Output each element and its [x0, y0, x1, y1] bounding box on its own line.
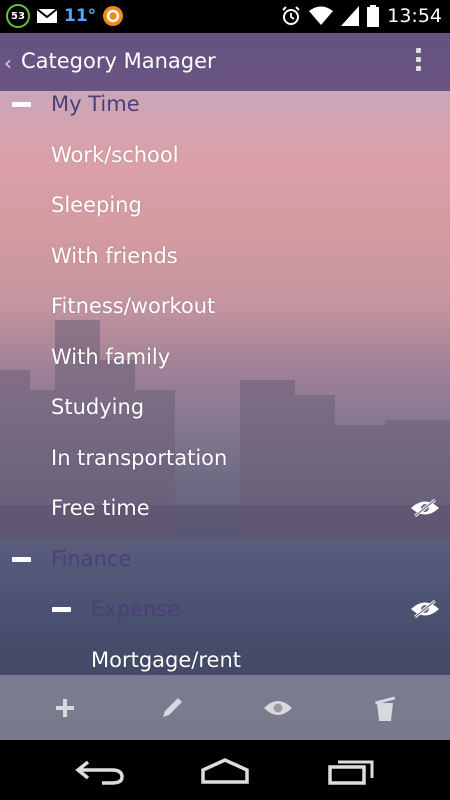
- app-orange-icon: [103, 6, 124, 26]
- category-label: In transportation: [51, 445, 228, 470]
- category-list: My Time Work/school Sleeping With friends Fi…: [0, 80, 450, 675]
- category-label: Studying: [51, 395, 145, 419]
- chevron-left-icon[interactable]: ‹: [4, 51, 12, 75]
- alarm-icon: [282, 6, 300, 25]
- category-label: With friends: [51, 243, 178, 268]
- category-label: Fitness/workout: [51, 294, 216, 318]
- recents-nav-icon[interactable]: [326, 756, 378, 786]
- category-label: Expense: [91, 597, 181, 621]
- category-item-row[interactable]: In transportation: [0, 434, 450, 484]
- collapse-minus-icon[interactable]: [12, 102, 31, 107]
- category-header-row[interactable]: Finance: [0, 535, 450, 585]
- category-label: Free time: [51, 496, 150, 520]
- category-item-row[interactable]: Sleeping: [0, 181, 450, 231]
- edit-pencil-icon[interactable]: [157, 693, 187, 723]
- category-header-row[interactable]: My Time: [0, 80, 450, 130]
- category-label: Sleeping: [51, 193, 142, 217]
- category-item-row[interactable]: Fitness/workout: [0, 282, 450, 332]
- hidden-eye-icon[interactable]: [410, 498, 440, 518]
- category-label: Work/school: [51, 142, 179, 167]
- category-item-row[interactable]: Work/school: [0, 131, 450, 181]
- page-title[interactable]: Category Manager: [21, 49, 216, 73]
- wifi-icon: [309, 6, 334, 25]
- visibility-eye-icon[interactable]: [263, 693, 293, 723]
- gmail-icon: [36, 8, 58, 23]
- add-icon[interactable]: [50, 693, 80, 723]
- collapse-minus-icon[interactable]: [52, 607, 71, 612]
- temperature-text: 11°: [64, 6, 97, 26]
- delete-trash-icon[interactable]: [370, 693, 400, 723]
- overflow-menu-icon[interactable]: [416, 48, 422, 75]
- category-header-row[interactable]: Expense: [0, 585, 450, 635]
- back-nav-icon[interactable]: [74, 756, 126, 786]
- clock-time: 13:54: [387, 5, 442, 27]
- category-item-row[interactable]: With family: [0, 333, 450, 383]
- category-item-row[interactable]: Studying: [0, 383, 450, 433]
- category-item-row[interactable]: Free time: [0, 484, 450, 534]
- category-label: My Time: [51, 92, 140, 116]
- collapse-minus-icon[interactable]: [12, 556, 31, 562]
- category-item-row[interactable]: With friends: [0, 232, 450, 282]
- category-label: Mortgage/rent: [91, 647, 241, 672]
- category-label: With family: [51, 344, 171, 369]
- category-label: Finance: [51, 546, 132, 571]
- status-bar: 53 11° 13:54: [0, 0, 450, 33]
- notification-badge-icon: 53: [6, 4, 30, 28]
- bottom-toolbar: [0, 675, 450, 740]
- hidden-eye-icon[interactable]: [410, 599, 440, 619]
- battery-icon: [367, 5, 380, 27]
- signal-icon: [341, 6, 360, 26]
- navigation-bar: [0, 740, 450, 800]
- category-item-row[interactable]: Mortgage/rent: [0, 636, 450, 676]
- home-nav-icon[interactable]: [199, 756, 251, 786]
